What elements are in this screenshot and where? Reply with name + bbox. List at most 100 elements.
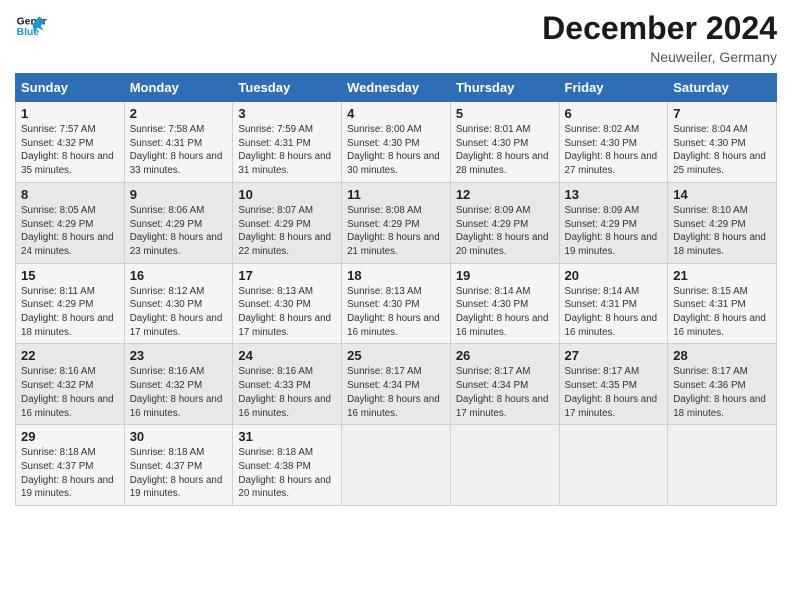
calendar-cell: 18 Sunrise: 8:13 AMSunset: 4:30 PMDayligh… [342, 263, 451, 344]
day-info: Sunrise: 8:17 AMSunset: 4:34 PMDaylight:… [347, 365, 445, 420]
day-number: 22 [21, 348, 119, 363]
day-number: 2 [130, 106, 228, 121]
day-info: Sunrise: 8:17 AMSunset: 4:34 PMDaylight:… [456, 365, 554, 420]
day-number: 31 [238, 429, 336, 444]
calendar-week-row: 1 Sunrise: 7:57 AMSunset: 4:32 PMDaylight… [16, 102, 777, 183]
day-number: 23 [130, 348, 228, 363]
day-info: Sunrise: 8:09 AMSunset: 4:29 PMDaylight:… [456, 204, 554, 259]
day-info: Sunrise: 8:14 AMSunset: 4:30 PMDaylight:… [456, 285, 554, 340]
calendar-cell: 20Sunrise: 8:14 AMSunset: 4:31 PMDayligh… [559, 263, 668, 344]
day-info: Sunrise: 8:18 AMSunset: 4:38 PMDaylight:… [238, 446, 336, 501]
day-number: 19 [456, 268, 554, 283]
calendar-cell: 2 Sunrise: 7:58 AMSunset: 4:31 PMDaylight… [124, 102, 233, 183]
day-number: 28 [673, 348, 771, 363]
col-header-friday: Friday [559, 74, 668, 102]
calendar-cell: 26 Sunrise: 8:17 AMSunset: 4:34 PMDayligh… [450, 344, 559, 425]
calendar-cell [450, 425, 559, 506]
day-number: 6 [565, 106, 663, 121]
day-info: Sunrise: 8:17 AMSunset: 4:35 PMDaylight:… [565, 365, 663, 420]
day-number: 1 [21, 106, 119, 121]
day-number: 29 [21, 429, 119, 444]
day-number: 30 [130, 429, 228, 444]
location: Neuweiler, Germany [542, 49, 777, 65]
calendar-cell: 9 Sunrise: 8:06 AMSunset: 4:29 PMDaylight… [124, 182, 233, 263]
calendar-cell: 24 Sunrise: 8:16 AMSunset: 4:33 PMDayligh… [233, 344, 342, 425]
calendar-cell: 1 Sunrise: 7:57 AMSunset: 4:32 PMDaylight… [16, 102, 125, 183]
calendar-cell: 25 Sunrise: 8:17 AMSunset: 4:34 PMDayligh… [342, 344, 451, 425]
calendar-week-row: 15Sunrise: 8:11 AMSunset: 4:29 PMDayligh… [16, 263, 777, 344]
day-number: 15 [21, 268, 119, 283]
calendar-week-row: 22 Sunrise: 8:16 AMSunset: 4:32 PMDayligh… [16, 344, 777, 425]
col-header-saturday: Saturday [668, 74, 777, 102]
calendar-header-row: SundayMondayTuesdayWednesdayThursdayFrid… [16, 74, 777, 102]
day-info: Sunrise: 7:59 AMSunset: 4:31 PMDaylight:… [238, 123, 336, 178]
day-info: Sunrise: 7:58 AMSunset: 4:31 PMDaylight:… [130, 123, 228, 178]
day-info: Sunrise: 8:16 AMSunset: 4:32 PMDaylight:… [130, 365, 228, 420]
day-info: Sunrise: 8:17 AMSunset: 4:36 PMDaylight:… [673, 365, 771, 420]
calendar-cell: 16Sunrise: 8:12 AMSunset: 4:30 PMDayligh… [124, 263, 233, 344]
day-number: 14 [673, 187, 771, 202]
day-number: 3 [238, 106, 336, 121]
calendar-cell: 19 Sunrise: 8:14 AMSunset: 4:30 PMDayligh… [450, 263, 559, 344]
calendar-cell: 11 Sunrise: 8:08 AMSunset: 4:29 PMDayligh… [342, 182, 451, 263]
day-info: Sunrise: 7:57 AMSunset: 4:32 PMDaylight:… [21, 123, 119, 178]
day-number: 12 [456, 187, 554, 202]
col-header-tuesday: Tuesday [233, 74, 342, 102]
col-header-thursday: Thursday [450, 74, 559, 102]
calendar-cell: 27 Sunrise: 8:17 AMSunset: 4:35 PMDayligh… [559, 344, 668, 425]
calendar-cell: 5 Sunrise: 8:01 AMSunset: 4:30 PMDaylight… [450, 102, 559, 183]
calendar-cell: 29Sunrise: 8:18 AMSunset: 4:37 PMDayligh… [16, 425, 125, 506]
month-title: December 2024 [542, 10, 777, 47]
calendar-cell: 8Sunrise: 8:05 AMSunset: 4:29 PMDaylight… [16, 182, 125, 263]
day-info: Sunrise: 8:16 AMSunset: 4:33 PMDaylight:… [238, 365, 336, 420]
calendar-cell: 28 Sunrise: 8:17 AMSunset: 4:36 PMDayligh… [668, 344, 777, 425]
calendar-cell: 4Sunrise: 8:00 AMSunset: 4:30 PMDaylight… [342, 102, 451, 183]
day-number: 8 [21, 187, 119, 202]
day-number: 5 [456, 106, 554, 121]
day-info: Sunrise: 8:02 AMSunset: 4:30 PMDaylight:… [565, 123, 663, 178]
calendar-week-row: 29Sunrise: 8:18 AMSunset: 4:37 PMDayligh… [16, 425, 777, 506]
day-number: 26 [456, 348, 554, 363]
day-info: Sunrise: 8:01 AMSunset: 4:30 PMDaylight:… [456, 123, 554, 178]
day-number: 7 [673, 106, 771, 121]
day-number: 21 [673, 268, 771, 283]
day-number: 18 [347, 268, 445, 283]
calendar-cell [668, 425, 777, 506]
calendar-cell [342, 425, 451, 506]
day-info: Sunrise: 8:08 AMSunset: 4:29 PMDaylight:… [347, 204, 445, 259]
day-info: Sunrise: 8:00 AMSunset: 4:30 PMDaylight:… [347, 123, 445, 178]
day-info: Sunrise: 8:09 AMSunset: 4:29 PMDaylight:… [565, 204, 663, 259]
day-info: Sunrise: 8:06 AMSunset: 4:29 PMDaylight:… [130, 204, 228, 259]
title-block: December 2024 Neuweiler, Germany [542, 10, 777, 65]
calendar-week-row: 8Sunrise: 8:05 AMSunset: 4:29 PMDaylight… [16, 182, 777, 263]
day-number: 20 [565, 268, 663, 283]
day-number: 11 [347, 187, 445, 202]
day-info: Sunrise: 8:10 AMSunset: 4:29 PMDaylight:… [673, 204, 771, 259]
calendar-cell: 22 Sunrise: 8:16 AMSunset: 4:32 PMDayligh… [16, 344, 125, 425]
col-header-monday: Monday [124, 74, 233, 102]
calendar-cell: 21 Sunrise: 8:15 AMSunset: 4:31 PMDayligh… [668, 263, 777, 344]
calendar-cell: 13 Sunrise: 8:09 AMSunset: 4:29 PMDayligh… [559, 182, 668, 263]
calendar-cell [559, 425, 668, 506]
calendar-cell: 10Sunrise: 8:07 AMSunset: 4:29 PMDayligh… [233, 182, 342, 263]
calendar-cell: 17Sunrise: 8:13 AMSunset: 4:30 PMDayligh… [233, 263, 342, 344]
day-number: 27 [565, 348, 663, 363]
calendar-cell: 7Sunrise: 8:04 AMSunset: 4:30 PMDaylight… [668, 102, 777, 183]
calendar-cell: 12 Sunrise: 8:09 AMSunset: 4:29 PMDayligh… [450, 182, 559, 263]
calendar-cell: 3 Sunrise: 7:59 AMSunset: 4:31 PMDaylight… [233, 102, 342, 183]
day-info: Sunrise: 8:13 AMSunset: 4:30 PMDaylight:… [238, 285, 336, 340]
calendar-cell: 23 Sunrise: 8:16 AMSunset: 4:32 PMDayligh… [124, 344, 233, 425]
page-header: General Blue December 2024 Neuweiler, Ge… [15, 10, 777, 65]
day-info: Sunrise: 8:13 AMSunset: 4:30 PMDaylight:… [347, 285, 445, 340]
day-number: 24 [238, 348, 336, 363]
calendar-cell: 31 Sunrise: 8:18 AMSunset: 4:38 PMDayligh… [233, 425, 342, 506]
day-number: 10 [238, 187, 336, 202]
day-number: 9 [130, 187, 228, 202]
calendar-cell: 14 Sunrise: 8:10 AMSunset: 4:29 PMDayligh… [668, 182, 777, 263]
day-info: Sunrise: 8:15 AMSunset: 4:31 PMDaylight:… [673, 285, 771, 340]
day-info: Sunrise: 8:16 AMSunset: 4:32 PMDaylight:… [21, 365, 119, 420]
calendar-cell: 15Sunrise: 8:11 AMSunset: 4:29 PMDayligh… [16, 263, 125, 344]
day-number: 13 [565, 187, 663, 202]
day-number: 25 [347, 348, 445, 363]
col-header-sunday: Sunday [16, 74, 125, 102]
